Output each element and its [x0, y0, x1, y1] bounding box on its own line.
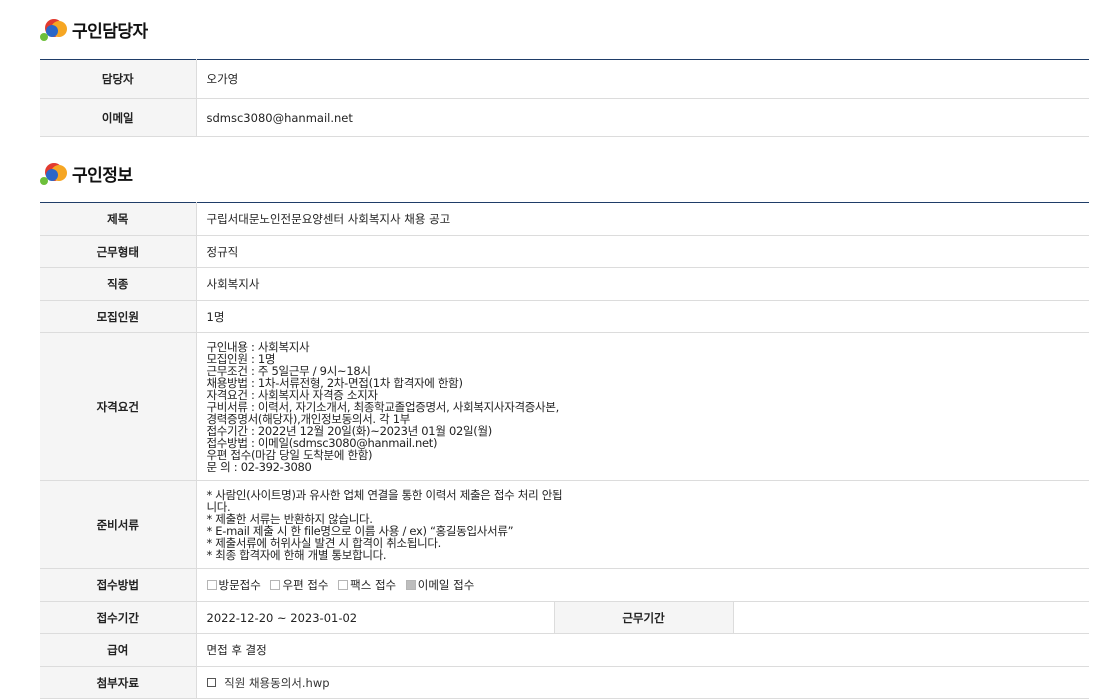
manager-label: 담당자: [40, 59, 197, 99]
email-value: sdmsc3080@hanmail.net: [196, 98, 1089, 137]
file-icon: [206, 677, 216, 687]
contact-row-email: 이메일 sdmsc3080@hanmail.net: [40, 98, 1089, 137]
work-type-label: 근무형태: [40, 235, 197, 268]
apply-period-value: 2022-12-20 ~ 2023-01-02: [196, 601, 554, 634]
apply-email-label: 이메일 접수: [417, 578, 475, 592]
apply-fax-label: 팩스 접수: [350, 578, 397, 592]
apply-fax-option: 팩스 접수: [338, 577, 396, 593]
job-row-title: 제목 구립서대문노인전문요양센터 사회복지사 채용 공고: [40, 202, 1089, 236]
job-row-requirements: 자격요건 구인내용 : 사회복지사 모집인원 : 1명 근무조건 : 주 5일근…: [40, 332, 1089, 481]
attachment-cell: 직원 채용동의서.hwp: [196, 666, 1089, 699]
job-row-documents: 준비서류 * 사람인(사이트명)과 유사한 업체 연결을 통한 이력서 제출은 …: [40, 480, 1089, 569]
salary-label: 급여: [40, 633, 197, 667]
apply-mail-label: 우편 접수: [282, 578, 329, 592]
job-section-title-text: 구인정보: [72, 165, 133, 186]
documents-label: 준비서류: [40, 480, 197, 569]
apply-email-checkbox: [405, 580, 416, 590]
job-row-apply-method: 접수방법 방문접수 우편 접수 팩스 접수 이메일 접수: [40, 568, 1089, 602]
job-table: 제목 구립서대문노인전문요양센터 사회복지사 채용 공고 근무형태 정규직 직종…: [40, 202, 1089, 699]
requirements-label: 자격요건: [40, 332, 197, 481]
job-kind-value: 사회복지사: [196, 267, 1089, 301]
apply-mail-checkbox: [270, 580, 281, 590]
job-title-label: 제목: [40, 202, 197, 236]
job-section-title: 구인정보: [40, 160, 133, 186]
section-bullet-icon: [40, 160, 68, 186]
requirements-value: 구인내용 : 사회복지사 모집인원 : 1명 근무조건 : 주 5일근무 / 9…: [196, 332, 1089, 481]
attachment-label: 첨부자료: [40, 666, 197, 699]
manager-value: 오가영: [196, 59, 1089, 99]
section-bullet-icon: [40, 16, 68, 42]
documents-value: * 사람인(사이트명)과 유사한 업체 연결을 통한 이력서 제출은 접수 처리…: [196, 480, 1089, 569]
job-kind-label: 직종: [40, 267, 197, 301]
job-row-work-type: 근무형태 정규직: [40, 235, 1089, 268]
apply-method-options: 방문접수 우편 접수 팩스 접수 이메일 접수: [196, 568, 1089, 602]
page: 구인담당자 담당자 오가영 이메일 sdmsc3080@hanmail.net …: [0, 0, 1097, 700]
job-row-headcount: 모집인원 1명: [40, 300, 1089, 333]
job-row-salary: 급여 면접 후 결정: [40, 633, 1089, 667]
apply-visit-checkbox: [206, 580, 217, 590]
apply-email-option: 이메일 접수: [405, 577, 475, 593]
work-period-label: 근무기간: [553, 601, 734, 634]
job-title-value: 구립서대문노인전문요양센터 사회복지사 채용 공고: [196, 202, 1089, 236]
work-period-value: [733, 601, 1089, 634]
contact-section-title-text: 구인담당자: [72, 21, 148, 42]
apply-fax-checkbox: [338, 580, 349, 590]
contact-table: 담당자 오가영 이메일 sdmsc3080@hanmail.net: [40, 59, 1089, 137]
apply-mail-option: 우편 접수: [270, 577, 328, 593]
apply-visit-option: 방문접수: [206, 577, 261, 593]
salary-value: 면접 후 결정: [196, 633, 1089, 667]
attachment-link[interactable]: 직원 채용동의서.hwp: [224, 676, 329, 690]
apply-method-label: 접수방법: [40, 568, 197, 602]
headcount-label: 모집인원: [40, 300, 197, 333]
email-label: 이메일: [40, 98, 197, 137]
apply-period-label: 접수기간: [40, 601, 197, 634]
contact-section-title: 구인담당자: [40, 16, 148, 42]
contact-row-manager: 담당자 오가영: [40, 59, 1089, 99]
headcount-value: 1명: [196, 300, 1089, 333]
apply-visit-label: 방문접수: [218, 578, 261, 592]
job-row-period: 접수기간 2022-12-20 ~ 2023-01-02 근무기간: [40, 601, 1089, 634]
job-row-job-kind: 직종 사회복지사: [40, 267, 1089, 301]
job-row-attachment: 첨부자료 직원 채용동의서.hwp: [40, 666, 1089, 699]
work-type-value: 정규직: [196, 235, 1089, 268]
